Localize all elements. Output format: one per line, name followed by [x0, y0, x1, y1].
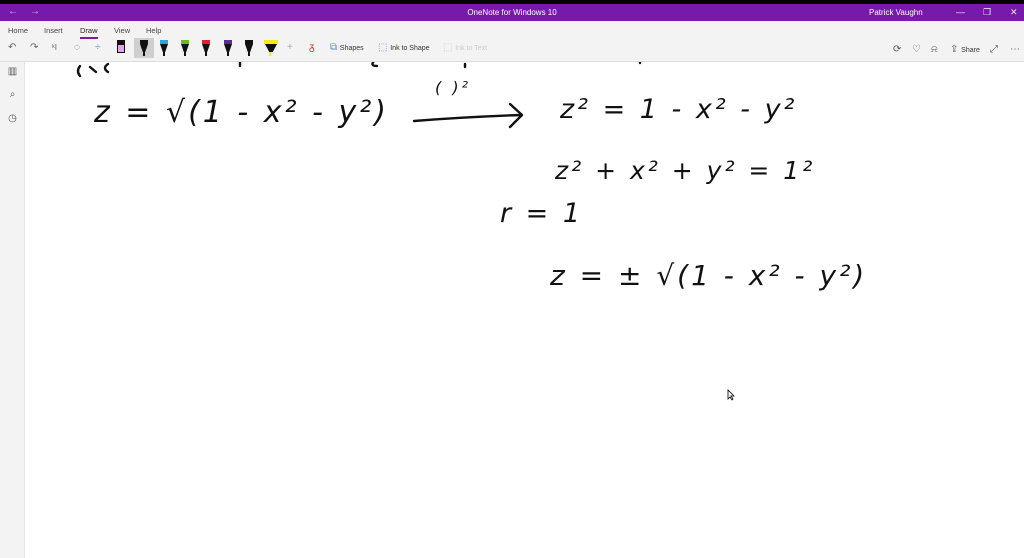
ink-strokes: [76, 62, 642, 129]
add-space-button[interactable]: ÷: [95, 41, 101, 55]
pen-black-selected[interactable]: [134, 38, 154, 58]
left-sidebar: ▥ ⌕ ◷: [0, 62, 25, 558]
tab-view[interactable]: View: [114, 26, 130, 35]
tab-help[interactable]: Help: [146, 26, 161, 35]
ribbon: Home Insert Draw View Help ↶ ↷ ᵏI ◌ ÷ + …: [0, 21, 1024, 62]
type-select-button[interactable]: ᵏI: [52, 41, 57, 55]
minimize-button[interactable]: —: [956, 7, 965, 17]
shapes-button[interactable]: ⧉ Shapes: [330, 41, 364, 55]
ink-equation-z-plus-minus[interactable]: z = ± √(1 - x² - y²): [550, 262, 867, 290]
tab-home[interactable]: Home: [8, 26, 28, 35]
pen-purple[interactable]: [222, 38, 234, 58]
shapes-icon: ⧉: [330, 42, 338, 53]
ink-to-shape-button[interactable]: ⬚ Ink to Shape: [378, 41, 430, 55]
ink-to-text-button[interactable]: ⬚ Ink to Text: [443, 41, 487, 55]
user-name[interactable]: Patrick Vaughn: [869, 8, 923, 17]
share-button[interactable]: ⇪ Share: [950, 44, 980, 55]
ink-replay-button[interactable]: ᵹ: [309, 41, 315, 55]
close-button[interactable]: ✕: [1010, 7, 1018, 18]
pen-green[interactable]: [179, 38, 191, 58]
fullscreen-icon[interactable]: ⤢: [990, 44, 998, 55]
notification-bell-icon[interactable]: ⍾: [931, 44, 938, 55]
ink-to-shape-icon: ⬚: [378, 42, 388, 53]
sync-icon[interactable]: ⟳: [893, 44, 901, 55]
pen-blue[interactable]: [158, 38, 170, 58]
search-icon[interactable]: ⌕: [6, 89, 19, 102]
recent-clock-icon[interactable]: ◷: [6, 113, 19, 126]
eraser-tool[interactable]: [115, 38, 127, 58]
note-canvas[interactable]: z = √(1 - x² - y²) ( )² z² = 1 - x² - y²…: [26, 62, 1024, 558]
redo-button[interactable]: ↷: [30, 41, 38, 55]
pen-red[interactable]: [200, 38, 212, 58]
more-options-icon[interactable]: ⋯: [1010, 44, 1020, 55]
mouse-cursor-icon: [727, 389, 735, 401]
tab-insert[interactable]: Insert: [44, 26, 63, 35]
ink-radius[interactable]: r = 1: [500, 200, 583, 227]
ink-to-text-icon: ⬚: [443, 42, 453, 53]
highlighter-yellow[interactable]: [263, 38, 279, 58]
restore-button[interactable]: ❐: [983, 7, 991, 18]
ink-equation-z-sqrt[interactable]: z = √(1 - x² - y²): [94, 98, 389, 128]
ink-equation-sphere[interactable]: z² + x² + y² = 1²: [555, 158, 815, 183]
pen-black[interactable]: [243, 38, 255, 58]
ink-equation-z-squared[interactable]: z² = 1 - x² - y²: [560, 96, 797, 123]
tab-draw[interactable]: Draw: [80, 26, 98, 39]
undo-button[interactable]: ↶: [8, 41, 16, 55]
share-icon: ⇪: [950, 44, 959, 55]
lasso-select-button[interactable]: ◌: [74, 41, 80, 55]
lightbulb-icon[interactable]: ♡: [912, 44, 921, 55]
ink-square-annotation[interactable]: ( )²: [435, 80, 471, 96]
title-bar: ← → OneNote for Windows 10 Patrick Vaugh…: [0, 4, 1024, 21]
notebooks-icon[interactable]: ▥: [6, 66, 19, 79]
add-pen-button[interactable]: +: [287, 41, 293, 55]
